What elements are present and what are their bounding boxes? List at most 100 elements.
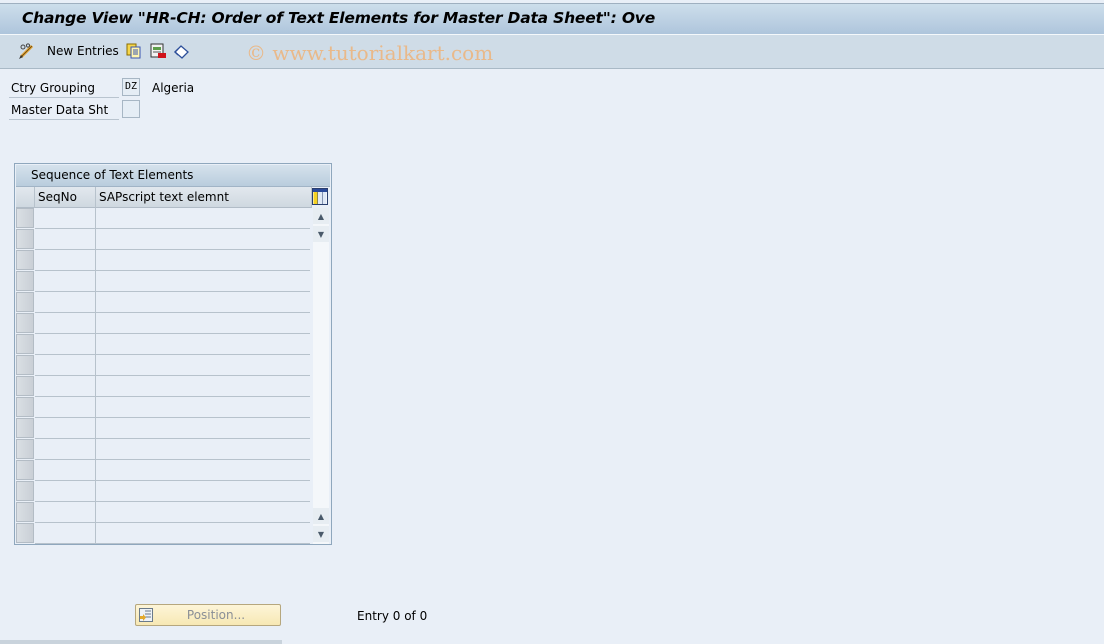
page-up-bottom-button[interactable]: ▲ bbox=[313, 508, 329, 524]
title-bar: Change View "HR-CH: Order of Text Elemen… bbox=[0, 3, 1104, 35]
master-data-sheet-label: Master Data Sht bbox=[11, 103, 109, 117]
seqno-cell[interactable] bbox=[35, 250, 96, 271]
sapscript-text-element-cell[interactable] bbox=[96, 481, 310, 502]
seqno-cell[interactable] bbox=[35, 481, 96, 502]
seqno-cell[interactable] bbox=[35, 439, 96, 460]
sapscript-text-element-cell[interactable] bbox=[96, 439, 310, 460]
row-selector[interactable] bbox=[16, 523, 34, 543]
arrow-down-icon: ▼ bbox=[317, 529, 325, 539]
table-row bbox=[16, 292, 312, 313]
column-header-seqno[interactable]: SeqNo bbox=[35, 187, 96, 208]
pencil-glasses-icon bbox=[19, 43, 34, 59]
seqno-cell[interactable] bbox=[35, 460, 96, 481]
master-data-sheet-field[interactable] bbox=[122, 100, 140, 118]
row-selector[interactable] bbox=[16, 229, 34, 249]
row-selector[interactable] bbox=[16, 292, 34, 312]
text-elements-table: Sequence of Text Elements SeqNo SAPscrip… bbox=[14, 163, 332, 545]
page-down-top-button[interactable]: ▼ bbox=[313, 226, 329, 242]
master-data-sheet-underline bbox=[9, 119, 119, 120]
vertical-scrollbar[interactable]: ▲ ▼ ▲ ▼ bbox=[313, 208, 329, 544]
position-button[interactable]: Position... bbox=[135, 604, 281, 626]
ctry-grouping-label: Ctry Grouping bbox=[11, 81, 96, 95]
seqno-cell[interactable] bbox=[35, 523, 96, 544]
seqno-cell[interactable] bbox=[35, 208, 96, 229]
sapscript-text-element-cell[interactable] bbox=[96, 523, 310, 544]
sapscript-text-element-cell[interactable] bbox=[96, 250, 310, 271]
row-selector[interactable] bbox=[16, 355, 34, 375]
sapscript-text-element-cell[interactable] bbox=[96, 376, 310, 397]
application-toolbar: New Entries bbox=[0, 35, 1104, 69]
sapscript-text-element-cell[interactable] bbox=[96, 355, 310, 376]
sapscript-text-element-cell[interactable] bbox=[96, 460, 310, 481]
column-header-sapscript-text-element[interactable]: SAPscript text elemnt bbox=[96, 187, 312, 208]
table-row bbox=[16, 397, 312, 418]
delete-icon bbox=[150, 43, 166, 58]
sapscript-text-element-cell[interactable] bbox=[96, 208, 310, 229]
seqno-cell[interactable] bbox=[35, 376, 96, 397]
display-change-button[interactable] bbox=[18, 43, 36, 59]
seqno-cell[interactable] bbox=[35, 418, 96, 439]
seqno-cell[interactable] bbox=[35, 334, 96, 355]
row-selector[interactable] bbox=[16, 502, 34, 522]
copy-icon bbox=[126, 43, 141, 59]
status-bar-edge bbox=[0, 640, 282, 644]
table-row bbox=[16, 376, 312, 397]
new-entries-button[interactable]: New Entries bbox=[47, 43, 119, 59]
table-row bbox=[16, 523, 312, 544]
sapscript-text-element-cell[interactable] bbox=[96, 229, 310, 250]
row-selector[interactable] bbox=[16, 397, 34, 417]
table-row bbox=[16, 481, 312, 502]
scroll-up-top-button[interactable]: ▲ bbox=[313, 208, 329, 224]
seqno-cell[interactable] bbox=[35, 292, 96, 313]
delete-button[interactable] bbox=[150, 43, 166, 59]
table-settings-button[interactable] bbox=[312, 188, 328, 205]
row-selector[interactable] bbox=[16, 418, 34, 438]
new-entries-label: New Entries bbox=[47, 44, 119, 58]
sapscript-text-element-cell[interactable] bbox=[96, 502, 310, 523]
table-title-bar: Sequence of Text Elements bbox=[16, 165, 330, 187]
sapscript-text-element-cell[interactable] bbox=[96, 313, 310, 334]
seqno-cell[interactable] bbox=[35, 397, 96, 418]
ctry-grouping-field[interactable]: DZ bbox=[122, 78, 140, 96]
seqno-cell[interactable] bbox=[35, 502, 96, 523]
seqno-cell[interactable] bbox=[35, 229, 96, 250]
watermark-text: © www.tutorialkart.com bbox=[246, 41, 494, 65]
table-row bbox=[16, 355, 312, 376]
seqno-cell[interactable] bbox=[35, 271, 96, 292]
table-row bbox=[16, 439, 312, 460]
window-title: Change View "HR-CH: Order of Text Elemen… bbox=[22, 9, 656, 27]
select-all-header[interactable] bbox=[16, 187, 35, 208]
row-selector[interactable] bbox=[16, 334, 34, 354]
undo-change-button[interactable] bbox=[173, 43, 190, 59]
table-title: Sequence of Text Elements bbox=[31, 168, 194, 182]
table-row bbox=[16, 418, 312, 439]
row-selector[interactable] bbox=[16, 250, 34, 270]
row-selector[interactable] bbox=[16, 271, 34, 291]
row-selector[interactable] bbox=[16, 208, 34, 228]
sapscript-text-element-cell[interactable] bbox=[96, 271, 310, 292]
arrow-up-icon: ▲ bbox=[317, 211, 325, 221]
table-row bbox=[16, 250, 312, 271]
column-config-icon bbox=[312, 188, 328, 205]
ctry-grouping-description: Algeria bbox=[152, 81, 195, 95]
row-selector[interactable] bbox=[16, 481, 34, 501]
scroll-down-bottom-button[interactable]: ▼ bbox=[313, 526, 329, 542]
position-button-label: Position... bbox=[186, 608, 246, 622]
sapscript-text-element-cell[interactable] bbox=[96, 292, 310, 313]
row-selector[interactable] bbox=[16, 460, 34, 480]
sapscript-text-element-cell[interactable] bbox=[96, 334, 310, 355]
sapscript-text-element-cell[interactable] bbox=[96, 397, 310, 418]
seqno-cell[interactable] bbox=[35, 355, 96, 376]
table-row bbox=[16, 271, 312, 292]
arrow-down-icon: ▼ bbox=[317, 229, 325, 239]
sapscript-text-element-cell[interactable] bbox=[96, 418, 310, 439]
table-row bbox=[16, 334, 312, 355]
row-selector[interactable] bbox=[16, 313, 34, 333]
table-row bbox=[16, 313, 312, 334]
row-selector[interactable] bbox=[16, 439, 34, 459]
row-selector[interactable] bbox=[16, 376, 34, 396]
undo-icon bbox=[174, 45, 189, 59]
arrow-up-icon: ▲ bbox=[317, 511, 325, 521]
seqno-cell[interactable] bbox=[35, 313, 96, 334]
copy-as-button[interactable] bbox=[126, 43, 141, 59]
